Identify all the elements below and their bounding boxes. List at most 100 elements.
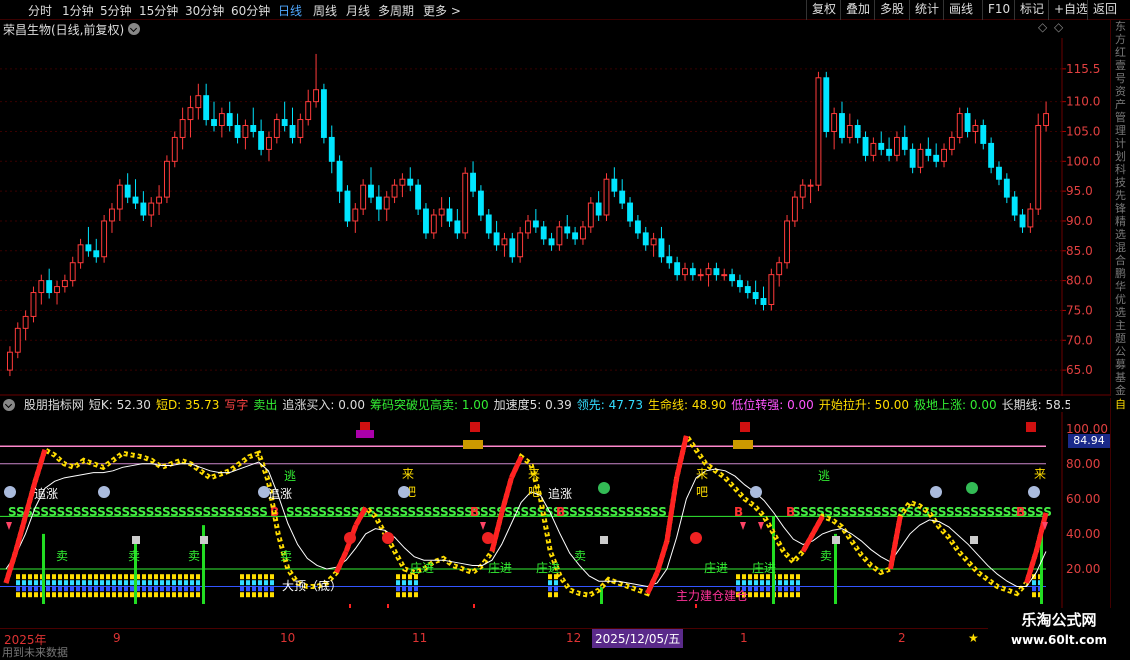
diamond-icon[interactable]: ◇: [1054, 20, 1063, 34]
back-button[interactable]: 返回: [1087, 0, 1122, 20]
candle-body: [446, 208, 453, 222]
period-tab-30min[interactable]: 30分钟: [185, 2, 224, 19]
rising-segment: [674, 435, 689, 479]
cloud-icon: [1028, 486, 1040, 498]
signal-bar: [130, 574, 134, 580]
overlay-button[interactable]: 叠加: [840, 0, 875, 20]
signal-bar: [154, 592, 158, 598]
candle-body: [925, 148, 932, 156]
date-label: 2: [898, 631, 906, 645]
signal-bar: [160, 574, 164, 580]
signal-bar: [100, 580, 104, 586]
signal-bar: [148, 580, 152, 586]
period-tab-weekly[interactable]: 周线: [313, 2, 337, 19]
signal-bar: [82, 574, 86, 580]
period-tab-multi[interactable]: 多周期: [378, 2, 414, 19]
signal-bar: [124, 586, 128, 592]
candle-body: [336, 160, 343, 192]
top-marker: [463, 440, 483, 449]
signal-bar: [64, 586, 68, 592]
candle-body: [54, 286, 60, 294]
signal-bar: [414, 586, 418, 592]
candle-body: [195, 95, 202, 109]
candle-body: [30, 292, 37, 317]
candle-body: [22, 315, 29, 329]
signal-bar: [106, 580, 110, 586]
f10-button[interactable]: F10: [982, 0, 1015, 20]
candle-body: [886, 148, 893, 156]
candle-body: [713, 268, 720, 276]
signal-bar: [172, 580, 176, 586]
chevron-down-icon[interactable]: [128, 23, 140, 35]
diamond-icon[interactable]: ◇: [1038, 20, 1047, 34]
signal-bar: [408, 580, 412, 586]
signal-bar: [252, 580, 256, 586]
signal-bar: [754, 592, 758, 598]
right-info-strip: 东方红壹号资产管理计划科技先锋精选混合鹏华优选主题公募基金财富: [1110, 20, 1130, 396]
cloud-icon: [258, 486, 270, 498]
draw-line-button[interactable]: 画线: [943, 0, 978, 20]
period-tab-daily[interactable]: 日线: [278, 2, 302, 19]
signal-bar: [554, 592, 558, 598]
signal-bar: [246, 574, 250, 580]
indicator-annotation: 庄进: [536, 560, 560, 575]
top-marker: [740, 422, 750, 432]
sub-tick-label: 60.00: [1066, 492, 1100, 506]
indicator-annotation: 庄进: [488, 560, 512, 575]
signal-bar: [396, 592, 400, 598]
sub-right-strip: 自: [1110, 398, 1130, 608]
signal-bar: [106, 592, 110, 598]
signal-bar: [16, 580, 20, 586]
period-tab-15min[interactable]: 15分钟: [139, 2, 178, 19]
candle-body: [156, 196, 163, 204]
candle-body: [179, 119, 186, 138]
signal-bar: [396, 574, 400, 580]
candle-body: [1027, 208, 1034, 228]
legend-item: 筹码突破见高卖: 1.00: [370, 398, 489, 412]
period-tab-5min[interactable]: 5分钟: [100, 2, 132, 19]
candle-body: [383, 196, 390, 210]
statistics-button[interactable]: 统计: [909, 0, 944, 20]
signal-bar: [736, 574, 740, 580]
price-tick-label: 80.0: [1066, 274, 1093, 288]
indicator-annotation: 卖: [188, 549, 200, 563]
candle-body: [289, 125, 296, 138]
period-tab-1min[interactable]: 1分钟: [62, 2, 94, 19]
signal-bar: [760, 580, 764, 586]
indicator-annotation: 追涨: [34, 486, 58, 501]
signal-bar: [784, 592, 788, 598]
candle-body: [1011, 196, 1018, 216]
signal-bar: [130, 592, 134, 598]
candle-body: [831, 113, 838, 132]
period-tab-more[interactable]: 更多 >: [423, 2, 461, 19]
candle-body: [823, 77, 830, 132]
signal-bar: [94, 574, 98, 580]
signal-bar: [190, 574, 194, 580]
s-signal-text: SSSSSSSSSSSSSSSSSSSSSSSS: [286, 505, 481, 519]
signal-bar: [112, 586, 116, 592]
chevron-down-icon[interactable]: [3, 399, 15, 411]
candle-body: [109, 208, 115, 222]
period-tab-60min[interactable]: 60分钟: [231, 2, 270, 19]
restore-rights-button[interactable]: 复权: [806, 0, 841, 20]
rising-segment: [664, 477, 680, 542]
signal-bar: [46, 580, 50, 586]
signal-bar: [246, 586, 250, 592]
signal-bar: [414, 592, 418, 598]
signal-bar: [16, 592, 20, 598]
signal-bar: [148, 592, 152, 598]
indicator-chart[interactable]: 100.0080.0060.0040.0020.00SSSSSSSSSSSSSS…: [0, 412, 1110, 608]
signal-bar: [184, 574, 188, 580]
signal-bar: [76, 580, 80, 586]
current-value-badge: 84.94: [1068, 434, 1110, 448]
candlestick-chart[interactable]: 115.5 110.0 105.0 100.0 95.0 90.0 85.0 80.0 75.0…: [0, 38, 1110, 396]
legend-item: 短K: 52.30: [88, 398, 151, 412]
period-tab-monthly[interactable]: 月线: [346, 2, 370, 19]
candle-body: [862, 136, 869, 156]
multi-stock-button[interactable]: 多股: [874, 0, 909, 20]
mark-button[interactable]: 标记: [1014, 0, 1049, 20]
indicator-annotation: 来: [528, 467, 540, 481]
b-signal-text: B: [786, 505, 795, 519]
period-tab-fenshi[interactable]: 分时: [28, 2, 52, 19]
signal-bar: [148, 586, 152, 592]
